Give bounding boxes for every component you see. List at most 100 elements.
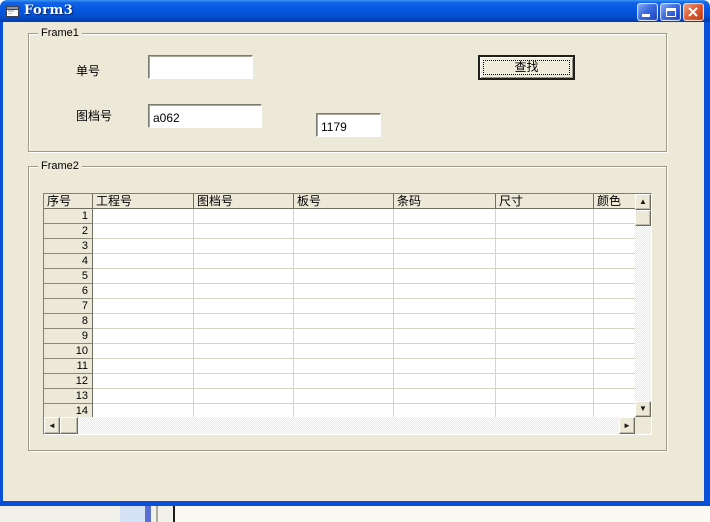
minimize-button[interactable] [637, 3, 658, 21]
grid-cell[interactable] [496, 254, 594, 269]
order-number-input[interactable] [148, 55, 253, 79]
grid-cell[interactable] [93, 389, 194, 404]
grid-cell[interactable] [394, 299, 496, 314]
grid-cell[interactable] [93, 374, 194, 389]
grid-cell[interactable] [93, 209, 194, 224]
scroll-up-button[interactable]: ▲ [635, 194, 651, 210]
grid-cell[interactable] [496, 284, 594, 299]
scroll-down-icon: ▼ [639, 404, 647, 413]
grid-cell[interactable] [294, 299, 394, 314]
grid-cell[interactable] [496, 374, 594, 389]
form-icon[interactable] [5, 4, 20, 18]
table-row: 8 [44, 314, 651, 329]
grid-cell[interactable] [93, 299, 194, 314]
grid-cell[interactable] [93, 329, 194, 344]
grid-cell[interactable] [496, 404, 594, 417]
grid-cell[interactable] [496, 209, 594, 224]
scroll-right-icon: ► [623, 420, 631, 430]
grid-cell[interactable] [194, 359, 294, 374]
grid-body: 1 2 3 4 5 6 7 8 9 10 11 12 13 14 [44, 209, 651, 417]
grid-cell[interactable] [93, 359, 194, 374]
grid-cell[interactable] [394, 359, 496, 374]
grid-cell[interactable] [93, 224, 194, 239]
grid-cell[interactable] [294, 389, 394, 404]
grid-cell[interactable] [93, 269, 194, 284]
grid-cell[interactable] [394, 344, 496, 359]
grid-cell[interactable] [93, 344, 194, 359]
grid-cell[interactable] [194, 329, 294, 344]
grid-cell[interactable] [394, 284, 496, 299]
scroll-left-button[interactable]: ◄ [44, 417, 60, 434]
grid-cell[interactable] [394, 329, 496, 344]
vertical-scroll-track[interactable] [635, 226, 651, 401]
search-button[interactable]: 查找 [478, 55, 575, 80]
grid-cell[interactable] [194, 314, 294, 329]
vertical-scroll-thumb[interactable] [635, 210, 651, 226]
grid-cell[interactable] [496, 329, 594, 344]
grid-cell[interactable] [93, 314, 194, 329]
grid-cell[interactable] [294, 359, 394, 374]
grid-cell[interactable] [194, 224, 294, 239]
grid-cell[interactable] [496, 359, 594, 374]
grid-cell[interactable] [93, 254, 194, 269]
grid-cell[interactable] [496, 299, 594, 314]
grid-cell[interactable] [496, 239, 594, 254]
table-row: 2 [44, 224, 651, 239]
grid-cell[interactable] [294, 254, 394, 269]
grid-cell[interactable] [194, 299, 294, 314]
horizontal-scroll-thumb[interactable] [60, 417, 78, 434]
grid-cell[interactable] [394, 254, 496, 269]
app-window: Form3 Frame1 单号 图档号 查找 [0, 0, 710, 506]
horizontal-scrollbar[interactable]: ◄ ► [44, 417, 635, 434]
frame2-label: Frame2 [38, 160, 82, 173]
vertical-scrollbar[interactable]: ▲ ▼ [635, 194, 651, 417]
flex-grid: 序号 工程号 图档号 板号 条码 尺寸 颜色 1 2 3 4 5 6 7 8 9 10 11 12 13… [43, 193, 652, 435]
column-header-drawing: 图档号 [194, 194, 294, 209]
maximize-button[interactable] [660, 3, 681, 21]
title-bar[interactable]: Form3 [0, 0, 710, 22]
grid-cell[interactable] [194, 404, 294, 417]
grid-cell[interactable] [194, 239, 294, 254]
grid-cell[interactable] [294, 209, 394, 224]
grid-cell[interactable] [294, 284, 394, 299]
scroll-down-button[interactable]: ▼ [635, 401, 651, 417]
horizontal-scroll-track[interactable] [78, 417, 619, 434]
extra-number-input[interactable] [316, 113, 381, 137]
grid-cell[interactable] [294, 224, 394, 239]
grid-cell[interactable] [394, 239, 496, 254]
grid-cell[interactable] [394, 374, 496, 389]
grid-cell[interactable] [294, 329, 394, 344]
grid-cell[interactable] [496, 389, 594, 404]
grid-cell[interactable] [394, 389, 496, 404]
grid-cell[interactable] [394, 404, 496, 417]
grid-cell[interactable] [294, 374, 394, 389]
grid-cell[interactable] [394, 269, 496, 284]
close-icon [688, 7, 698, 17]
grid-cell[interactable] [194, 344, 294, 359]
grid-cell[interactable] [194, 389, 294, 404]
table-row: 13 [44, 389, 651, 404]
grid-cell[interactable] [294, 314, 394, 329]
grid-cell[interactable] [294, 404, 394, 417]
grid-cell[interactable] [93, 284, 194, 299]
grid-cell[interactable] [93, 239, 194, 254]
close-button[interactable] [683, 3, 704, 21]
grid-cell[interactable] [496, 344, 594, 359]
grid-cell[interactable] [194, 284, 294, 299]
scroll-right-button[interactable]: ► [619, 417, 635, 434]
grid-cell[interactable] [294, 344, 394, 359]
grid-cell[interactable] [294, 239, 394, 254]
grid-cell[interactable] [394, 209, 496, 224]
grid-cell[interactable] [496, 269, 594, 284]
grid-cell[interactable] [394, 314, 496, 329]
grid-cell[interactable] [496, 314, 594, 329]
grid-cell[interactable] [93, 404, 194, 417]
grid-cell[interactable] [294, 269, 394, 284]
grid-cell[interactable] [194, 209, 294, 224]
drawing-number-input[interactable] [148, 104, 262, 128]
grid-cell[interactable] [496, 224, 594, 239]
grid-cell[interactable] [194, 269, 294, 284]
grid-cell[interactable] [194, 254, 294, 269]
grid-cell[interactable] [394, 224, 496, 239]
grid-cell[interactable] [194, 374, 294, 389]
